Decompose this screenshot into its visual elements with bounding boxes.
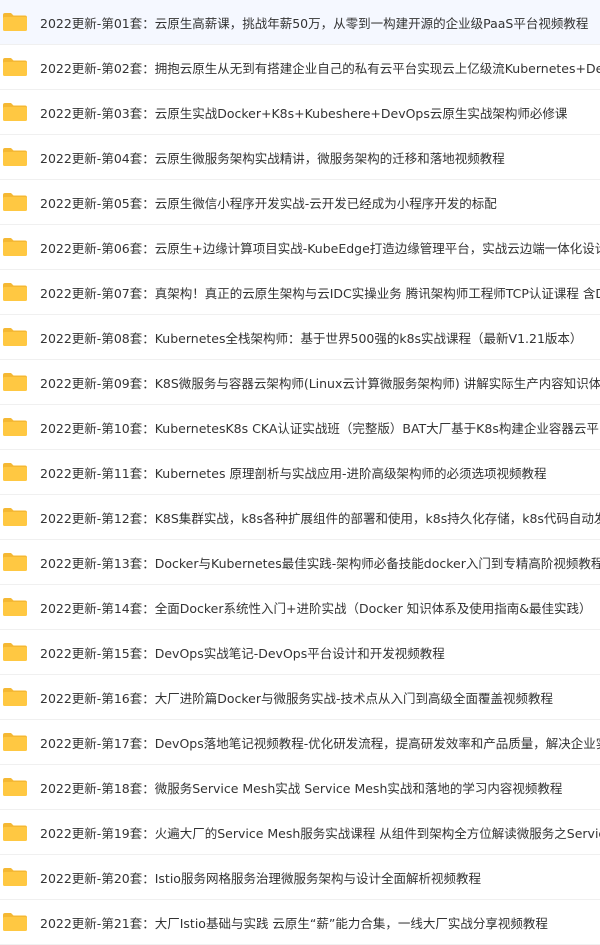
folder-icon — [2, 552, 28, 572]
folder-name: 2022更新-第14套：全面Docker系统性入门+进阶实战（Docker 知识… — [40, 600, 592, 616]
folder-name: 2022更新-第12套：K8S集群实战，k8s各种扩展组件的部署和使用，k8s持… — [40, 510, 600, 526]
folder-row[interactable]: 2022更新-第11套：Kubernetes 原理剖析与实战应用-进阶高级架构师… — [0, 450, 600, 495]
folder-row[interactable]: 2022更新-第04套：云原生微服务架构实战精讲，微服务架构的迁移和落地视频教程 — [0, 135, 600, 180]
folder-row[interactable]: 2022更新-第03套：云原生实战Docker+K8s+Kubeshere+De… — [0, 90, 600, 135]
folder-name: 2022更新-第19套：火遍大厂的Service Mesh服务实战课程 从组件到… — [40, 825, 600, 841]
folder-row[interactable]: 2022更新-第05套：云原生微信小程序开发实战-云开发已经成为小程序开发的标配 — [0, 180, 600, 225]
folder-icon — [2, 192, 28, 212]
folder-row[interactable]: 2022更新-第17套：DevOps落地笔记视频教程-优化研发流程，提高研发效率… — [0, 720, 600, 765]
folder-icon — [2, 327, 28, 347]
folder-icon — [2, 867, 28, 887]
folder-name: 2022更新-第11套：Kubernetes 原理剖析与实战应用-进阶高级架构师… — [40, 465, 547, 481]
folder-icon — [2, 237, 28, 257]
folder-icon — [2, 57, 28, 77]
folder-name: 2022更新-第18套：微服务Service Mesh实战 Service Me… — [40, 780, 563, 796]
folder-row[interactable]: 2022更新-第18套：微服务Service Mesh实战 Service Me… — [0, 765, 600, 810]
folder-row[interactable]: 2022更新-第12套：K8S集群实战，k8s各种扩展组件的部署和使用，k8s持… — [0, 495, 600, 540]
folder-icon — [2, 282, 28, 302]
folder-icon — [2, 12, 28, 32]
folder-row[interactable]: 2022更新-第01套：云原生高薪课，挑战年薪50万，从零到一构建开源的企业级P… — [0, 0, 600, 45]
folder-name: 2022更新-第05套：云原生微信小程序开发实战-云开发已经成为小程序开发的标配 — [40, 195, 497, 211]
folder-name: 2022更新-第06套：云原生+边缘计算项目实战-KubeEdge打造边缘管理平… — [40, 240, 600, 256]
folder-row[interactable]: 2022更新-第07套：真架构！真正的云原生架构与云IDC实操业务 腾讯架构师工… — [0, 270, 600, 315]
folder-icon — [2, 507, 28, 527]
folder-icon — [2, 822, 28, 842]
folder-row[interactable]: 2022更新-第15套：DevOps实战笔记-DevOps平台设计和开发视频教程 — [0, 630, 600, 675]
folder-icon — [2, 732, 28, 752]
folder-row[interactable]: 2022更新-第16套：大厂进阶篇Docker与微服务实战-技术点从入门到高级全… — [0, 675, 600, 720]
folder-row[interactable]: 2022更新-第14套：全面Docker系统性入门+进阶实战（Docker 知识… — [0, 585, 600, 630]
folder-row[interactable]: 2022更新-第21套：大厂Istio基础与实践 云原生“薪”能力合集，一线大厂… — [0, 900, 600, 945]
folder-row[interactable]: 2022更新-第19套：火遍大厂的Service Mesh服务实战课程 从组件到… — [0, 810, 600, 855]
folder-row[interactable]: 2022更新-第13套：Docker与Kubernetes最佳实践-架构师必备技… — [0, 540, 600, 585]
folder-icon — [2, 147, 28, 167]
folder-name: 2022更新-第13套：Docker与Kubernetes最佳实践-架构师必备技… — [40, 555, 600, 571]
folder-name: 2022更新-第08套：Kubernetes全栈架构师：基于世界500强的k8s… — [40, 330, 583, 346]
folder-icon — [2, 642, 28, 662]
folder-name: 2022更新-第02套：拥抱云原生从无到有搭建企业自己的私有云平台实现云上亿级流… — [40, 60, 600, 76]
folder-name: 2022更新-第03套：云原生实战Docker+K8s+Kubeshere+De… — [40, 105, 568, 121]
folder-name: 2022更新-第07套：真架构！真正的云原生架构与云IDC实操业务 腾讯架构师工… — [40, 285, 600, 301]
folder-icon — [2, 597, 28, 617]
folder-icon — [2, 777, 28, 797]
folder-list: 2022更新-第01套：云原生高薪课，挑战年薪50万，从零到一构建开源的企业级P… — [0, 0, 600, 945]
folder-name: 2022更新-第21套：大厂Istio基础与实践 云原生“薪”能力合集，一线大厂… — [40, 915, 548, 931]
folder-row[interactable]: 2022更新-第08套：Kubernetes全栈架构师：基于世界500强的k8s… — [0, 315, 600, 360]
folder-name: 2022更新-第17套：DevOps落地笔记视频教程-优化研发流程，提高研发效率… — [40, 735, 600, 751]
folder-name: 2022更新-第15套：DevOps实战笔记-DevOps平台设计和开发视频教程 — [40, 645, 445, 661]
folder-icon — [2, 417, 28, 437]
folder-row[interactable]: 2022更新-第06套：云原生+边缘计算项目实战-KubeEdge打造边缘管理平… — [0, 225, 600, 270]
folder-row[interactable]: 2022更新-第20套：Istio服务网格服务治理微服务架构与设计全面解析视频教… — [0, 855, 600, 900]
folder-name: 2022更新-第20套：Istio服务网格服务治理微服务架构与设计全面解析视频教… — [40, 870, 481, 886]
folder-icon — [2, 687, 28, 707]
folder-icon — [2, 462, 28, 482]
folder-name: 2022更新-第04套：云原生微服务架构实战精讲，微服务架构的迁移和落地视频教程 — [40, 150, 505, 166]
folder-name: 2022更新-第16套：大厂进阶篇Docker与微服务实战-技术点从入门到高级全… — [40, 690, 554, 706]
folder-row[interactable]: 2022更新-第10套：KubernetesK8s CKA认证实战班（完整版）B… — [0, 405, 600, 450]
folder-row[interactable]: 2022更新-第02套：拥抱云原生从无到有搭建企业自己的私有云平台实现云上亿级流… — [0, 45, 600, 90]
folder-icon — [2, 372, 28, 392]
folder-name: 2022更新-第01套：云原生高薪课，挑战年薪50万，从零到一构建开源的企业级P… — [40, 15, 589, 31]
folder-name: 2022更新-第09套：K8S微服务与容器云架构师(Linux云计算微服务架构师… — [40, 375, 600, 391]
folder-icon — [2, 102, 28, 122]
folder-row[interactable]: 2022更新-第09套：K8S微服务与容器云架构师(Linux云计算微服务架构师… — [0, 360, 600, 405]
folder-icon — [2, 912, 28, 932]
folder-name: 2022更新-第10套：KubernetesK8s CKA认证实战班（完整版）B… — [40, 420, 600, 436]
